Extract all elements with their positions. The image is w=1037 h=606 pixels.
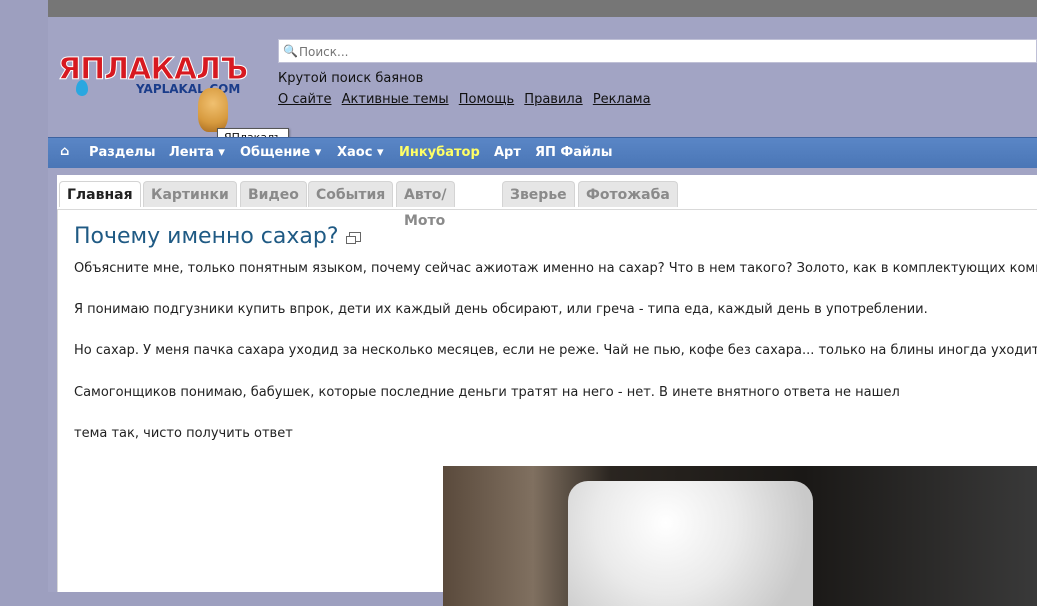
- post-paragraph: Объясните мне, только понятным языком, п…: [74, 261, 1037, 276]
- post: Почему именно сахар? Объясните мне, толь…: [57, 209, 1037, 606]
- tab-video[interactable]: Видео: [240, 181, 307, 207]
- link-active-topics[interactable]: Активные темы: [342, 92, 449, 107]
- tab-auto-moto[interactable]: Авто/Мото: [396, 181, 455, 229]
- tab-pictures[interactable]: Картинки: [143, 181, 237, 207]
- home-icon[interactable]: ⌂: [60, 144, 69, 159]
- tab-main[interactable]: Главная: [59, 181, 141, 207]
- post-paragraph: Я понимаю подгузники купить впрок, дети …: [74, 302, 928, 317]
- nav-talk[interactable]: Общение ▾: [240, 145, 321, 160]
- search-box[interactable]: 🔍: [278, 39, 1037, 63]
- content-area: Главная Картинки Видео События Авто/Мото…: [57, 175, 1037, 606]
- link-help[interactable]: Помощь: [459, 92, 514, 107]
- main-nav: ⌂ Разделы Лента ▾ Общение ▾ Хаос ▾ Инкуб…: [48, 137, 1037, 168]
- post-title-text: Почему именно сахар?: [74, 224, 339, 249]
- post-paragraph: Но сахар. У меня пачка сахара уходид за …: [74, 343, 1037, 358]
- link-rules[interactable]: Правила: [524, 92, 582, 107]
- tagline: Крутой поиск баянов: [278, 71, 424, 86]
- tab-events[interactable]: События: [308, 181, 394, 207]
- nav-yp-files[interactable]: ЯП Файлы: [535, 145, 612, 160]
- nav-chaos[interactable]: Хаос ▾: [337, 145, 384, 160]
- drop-icon: [76, 80, 88, 96]
- nav-sections[interactable]: Разделы: [89, 145, 155, 160]
- nav-feed[interactable]: Лента ▾: [169, 145, 225, 160]
- top-strip: [48, 0, 1037, 17]
- header-links: О сайте Активные темы Помощь Правила Рек…: [278, 92, 657, 107]
- nav-art[interactable]: Арт: [494, 145, 521, 160]
- post-title[interactable]: Почему именно сахар?: [74, 224, 361, 249]
- nav-chaos-label: Хаос: [337, 145, 373, 160]
- nav-feed-label: Лента: [169, 145, 214, 160]
- doge-mascot-icon: [198, 88, 228, 132]
- open-in-new-window-icon[interactable]: [345, 232, 361, 244]
- post-paragraph: тема так, чисто получить ответ: [74, 426, 293, 441]
- search-input[interactable]: [297, 42, 1001, 62]
- search-icon: 🔍: [283, 44, 298, 58]
- post-image[interactable]: [443, 466, 1037, 606]
- link-about[interactable]: О сайте: [278, 92, 332, 107]
- nav-talk-label: Общение: [240, 145, 311, 160]
- tab-photoshop[interactable]: Фотожаба: [578, 181, 678, 207]
- post-paragraph: Самогонщиков понимаю, бабушек, которые п…: [74, 385, 900, 400]
- link-ads[interactable]: Реклама: [593, 92, 651, 107]
- sugar-bag-image: [568, 481, 813, 606]
- tab-animals[interactable]: Зверье: [502, 181, 575, 207]
- page: ЯПЛАКАЛЪ YAPLAKAL.COM ЯПлакалъ 🔍 Крутой …: [48, 0, 1037, 606]
- nav-incubator[interactable]: Инкубатор: [399, 145, 480, 160]
